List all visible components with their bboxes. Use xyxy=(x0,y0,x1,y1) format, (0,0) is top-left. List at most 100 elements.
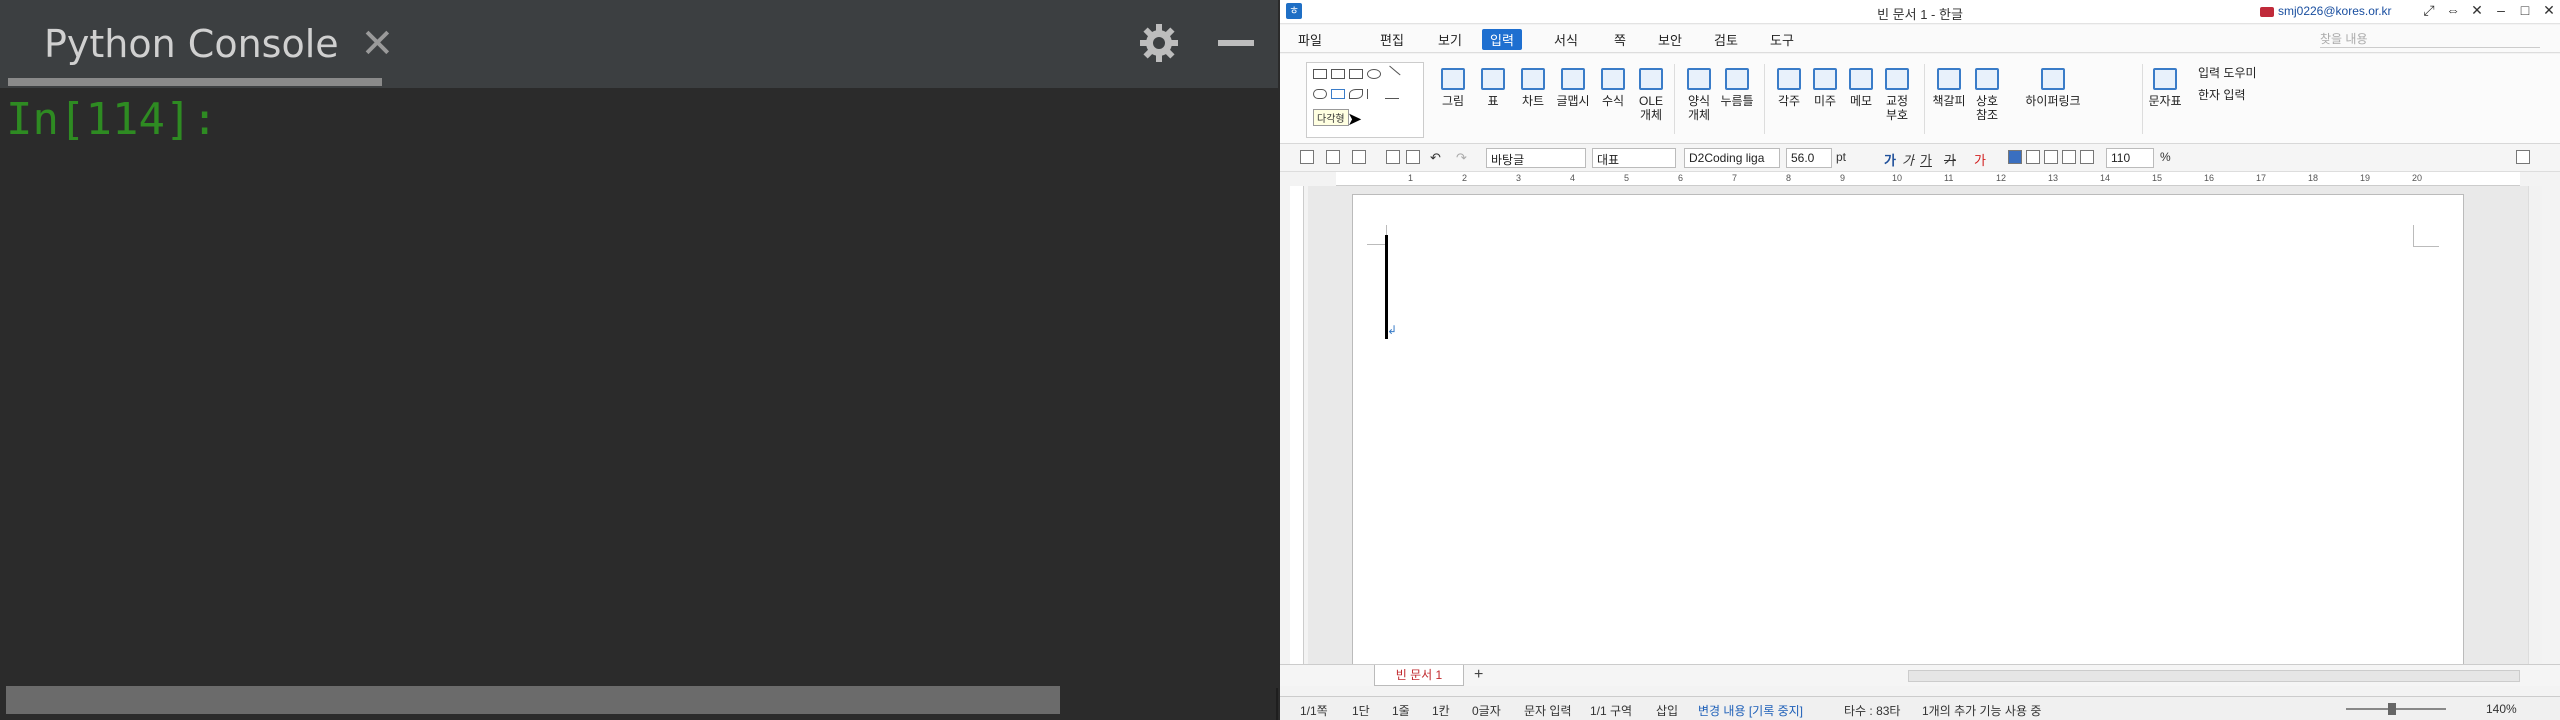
textbox-vertical-shape-icon[interactable] xyxy=(1331,69,1345,79)
textbox-shape-icon[interactable] xyxy=(1313,69,1327,79)
status-chars: 0글자 xyxy=(1472,704,1501,718)
horizontal-scrollbar[interactable] xyxy=(6,686,1060,714)
print-preview-icon[interactable] xyxy=(1406,150,1420,164)
gear-icon[interactable] xyxy=(1138,22,1180,64)
align-left-icon[interactable] xyxy=(2026,150,2040,164)
insert-wordart-button[interactable]: 글맵시 xyxy=(1556,62,1590,138)
connector-shape-icon[interactable] xyxy=(1385,89,1399,99)
curve-shape-icon[interactable] xyxy=(1349,89,1363,99)
add-tab-button[interactable]: + xyxy=(1474,666,1483,684)
memo-icon xyxy=(1849,68,1873,90)
insert-proofmark-button[interactable]: 교정 부호 xyxy=(1880,62,1914,138)
shape-gallery[interactable]: 다각형 ➤ xyxy=(1306,62,1424,138)
hanja-input-button[interactable]: 한자 입력 xyxy=(2198,86,2246,103)
fullscreen-icon[interactable]: ⤢ xyxy=(2422,2,2436,19)
undo-icon[interactable]: ↶ xyxy=(1430,150,1441,166)
insert-chart-button[interactable]: 차트 xyxy=(1516,62,1550,138)
line-shape-icon[interactable] xyxy=(1383,65,1401,83)
freeform-shape-icon[interactable] xyxy=(1367,89,1381,99)
italic-button[interactable]: 가 xyxy=(1902,150,1914,169)
status-zoom[interactable]: 140% xyxy=(2486,702,2517,716)
vertical-scrollbar[interactable] xyxy=(2528,186,2542,664)
tooltip: 다각형 xyxy=(1313,109,1349,126)
font-size-input[interactable]: 56.0 xyxy=(1786,148,1832,168)
paragraph-mark-icon: ↲ xyxy=(1387,323,1398,337)
insert-symbol-button[interactable]: 문자표 xyxy=(2148,62,2182,138)
insert-form-button[interactable]: 양식 개체 xyxy=(1682,62,1716,138)
resize-icon[interactable]: ⇔ xyxy=(2446,2,2460,19)
font-unit-select[interactable]: pt xyxy=(1836,150,1846,164)
horizontal-ruler[interactable]: 1 2 3 4 5 6 7 8 9 10 11 12 13 14 15 16 1… xyxy=(1336,172,2520,186)
language-select[interactable]: 대표 xyxy=(1592,148,1676,168)
menu-edit[interactable]: 편집 xyxy=(1380,30,1404,49)
console-prompt: In[114]: xyxy=(6,94,218,145)
distribute-icon[interactable] xyxy=(2080,150,2094,164)
print-icon[interactable] xyxy=(1386,150,1400,164)
insert-table-button[interactable]: 표 xyxy=(1476,62,1510,138)
menu-file[interactable]: 파일 xyxy=(1298,30,1322,49)
menu-page[interactable]: 쪽 xyxy=(1614,30,1626,49)
insert-equation-button[interactable]: 수식 xyxy=(1596,62,1630,138)
toolbar-options-icon[interactable] xyxy=(2516,150,2530,164)
menu-format[interactable]: 서식 xyxy=(1554,30,1578,49)
document-canvas[interactable]: ↲ xyxy=(1308,186,2542,674)
bold-button[interactable]: 가 xyxy=(1884,150,1896,169)
insert-footnote-button[interactable]: 각주 xyxy=(1772,62,1806,138)
ruler-number: 16 xyxy=(2204,173,2215,183)
insert-crossref-button[interactable]: 상호 참조 xyxy=(1970,62,2004,138)
zoom-input[interactable]: 110 xyxy=(2106,148,2154,168)
font-select[interactable]: D2Coding liga xyxy=(1684,148,1780,168)
console-tab[interactable]: Python Console ✕ xyxy=(8,0,394,88)
insert-bookmark-button[interactable]: 책갈피 xyxy=(1932,62,1966,138)
save-icon[interactable] xyxy=(1352,150,1366,164)
status-page[interactable]: 1/1쪽 xyxy=(1300,702,1328,719)
zoom-slider-handle[interactable] xyxy=(2388,703,2396,715)
ellipse-shape-icon[interactable] xyxy=(1367,69,1381,79)
open-folder-icon[interactable] xyxy=(1326,150,1340,164)
console-output[interactable]: In[114]: xyxy=(0,88,1278,688)
redo-icon[interactable]: ↷ xyxy=(1456,150,1467,166)
maximize-window-icon[interactable]: □ xyxy=(2518,2,2532,19)
document-page[interactable]: ↲ xyxy=(1352,194,2464,674)
underline-button[interactable]: 가 xyxy=(1920,150,1932,169)
menu-security[interactable]: 보안 xyxy=(1658,30,1682,49)
status-addons[interactable]: 1개의 추가 기능 사용 중 xyxy=(1922,702,2041,719)
style-select[interactable]: 바탕글 xyxy=(1486,148,1586,168)
minimize-window-icon[interactable]: – xyxy=(2494,2,2508,19)
horizontal-scrollbar[interactable] xyxy=(1908,670,2520,682)
insert-hyperlink-button[interactable]: 하이퍼링크 xyxy=(2018,62,2088,138)
input-helper-button[interactable]: 입력 도우미 xyxy=(2198,64,2257,81)
font-color-button[interactable]: 가 xyxy=(1974,150,1986,169)
insert-endnote-button[interactable]: 미주 xyxy=(1808,62,1842,138)
strikethrough-button[interactable]: 가 xyxy=(1944,150,1956,169)
menu-insert[interactable]: 입력 xyxy=(1482,29,1522,50)
restore-icon[interactable]: ✕ xyxy=(2470,2,2484,19)
find-input[interactable]: 찾을 내용 xyxy=(2320,30,2540,48)
rectangle-shape-icon[interactable] xyxy=(1349,69,1363,79)
status-insert-mode[interactable]: 삽입 xyxy=(1656,702,1678,719)
insert-field-button[interactable]: 누름틀 xyxy=(1720,62,1754,138)
align-justify-icon[interactable] xyxy=(2008,150,2022,164)
menu-review[interactable]: 검토 xyxy=(1714,30,1738,49)
close-window-icon[interactable]: ✕ xyxy=(2542,2,2556,19)
status-input-mode[interactable]: 문자 입력 xyxy=(1524,702,1572,719)
ole-icon xyxy=(1639,68,1663,90)
close-icon[interactable]: ✕ xyxy=(361,24,395,64)
align-center-icon[interactable] xyxy=(2044,150,2058,164)
insert-picture-button[interactable]: 그림 xyxy=(1436,62,1470,138)
insert-ole-button[interactable]: OLE 개체 xyxy=(1634,62,1668,138)
insert-memo-button[interactable]: 메모 xyxy=(1844,62,1878,138)
account-label[interactable]: smj0226@kores.or.kr xyxy=(2260,4,2392,18)
status-column: 1단 xyxy=(1352,704,1370,718)
zoom-slider[interactable] xyxy=(2346,708,2446,710)
arc-shape-icon[interactable] xyxy=(1313,89,1327,99)
menu-view[interactable]: 보기 xyxy=(1438,30,1462,49)
minimize-icon[interactable] xyxy=(1218,40,1254,46)
status-track-changes[interactable]: 변경 내용 [기록 중지] xyxy=(1698,702,1803,719)
polygon-shape-icon[interactable] xyxy=(1331,89,1345,99)
new-document-icon[interactable] xyxy=(1300,150,1314,164)
vertical-ruler[interactable] xyxy=(1290,186,1304,666)
menu-tools[interactable]: 도구 xyxy=(1770,30,1794,49)
document-tab[interactable]: 빈 문서 1 xyxy=(1374,665,1464,686)
align-right-icon[interactable] xyxy=(2062,150,2076,164)
